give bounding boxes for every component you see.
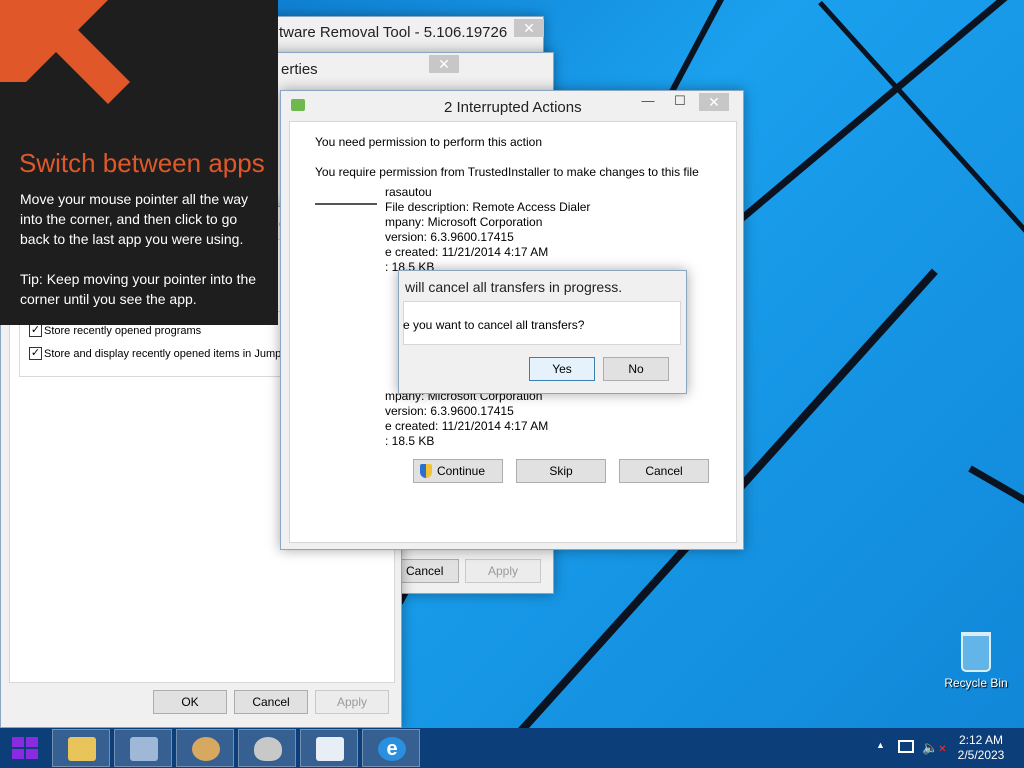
window-title: 2 Interrupted Actions — [444, 99, 582, 116]
continue-button[interactable]: Continue — [413, 459, 503, 483]
wallpaper-line — [818, 0, 1024, 317]
file-copy-icon — [291, 99, 305, 111]
tray-expand-icon[interactable]: ▲ — [876, 740, 885, 750]
clock[interactable]: 2:12 AM 2/5/2023 — [950, 733, 1012, 763]
network-icon[interactable] — [898, 740, 914, 753]
close-button[interactable]: ✕ — [429, 55, 459, 73]
file-description: File description: Remote Access Dialer — [385, 200, 591, 214]
window-title: tware Removal Tool - 5.106.19726 — [279, 24, 508, 41]
file-created: e created: 11/21/2014 4:17 AM — [385, 245, 549, 259]
checkbox-jump-lists[interactable]: ✓ — [29, 347, 42, 360]
clock-time: 2:12 AM — [958, 733, 1004, 747]
recycle-bin[interactable]: Recycle Bin — [940, 630, 1012, 700]
file-version: version: 6.3.9600.17415 — [385, 404, 514, 418]
yes-button[interactable]: Yes — [529, 357, 595, 381]
heading: You need permission to perform this acti… — [315, 135, 543, 149]
file-thumb — [315, 189, 377, 205]
subheading: You require permission from TrustedInsta… — [315, 165, 699, 179]
uac-shield-icon — [420, 464, 432, 478]
wallpaper-line — [968, 465, 1024, 532]
volume-muted-icon[interactable]: 🔈✕ — [922, 740, 947, 756]
minimize-button[interactable]: — — [639, 93, 657, 111]
checklist-icon — [316, 737, 344, 761]
tip-title: Switch between apps — [19, 148, 265, 178]
file-company: mpany: Microsoft Corporation — [385, 215, 543, 229]
file-explorer-icon — [68, 737, 96, 761]
corner-arrow-icon — [0, 0, 130, 104]
checkbox-recent-programs-label: Store recently opened programs — [44, 325, 202, 337]
taskbar-media-center[interactable] — [114, 729, 172, 767]
tip-hint: Tip: Keep moving your pointer into the c… — [20, 271, 257, 307]
recycle-bin-icon — [961, 632, 991, 672]
window-title: erties — [281, 61, 318, 78]
file-version: version: 6.3.9600.17415 — [385, 230, 514, 244]
file-created: e created: 11/21/2014 4:17 AM — [385, 419, 549, 433]
users-icon — [192, 737, 220, 761]
taskbar-file-explorer[interactable] — [52, 729, 110, 767]
close-button[interactable]: ✕ — [699, 93, 729, 111]
confirm-cancel-dialog[interactable]: will cancel all transfers in progress. e… — [398, 270, 687, 394]
wallpaper-line — [697, 0, 1024, 257]
media-center-icon — [130, 737, 158, 761]
apply-button[interactable]: Apply — [315, 690, 389, 714]
tip-body: Move your mouse pointer all the way into… — [20, 191, 248, 247]
skip-button[interactable]: Skip — [516, 459, 606, 483]
no-button[interactable]: No — [603, 357, 669, 381]
file-size: : 18.5 KB — [385, 434, 435, 448]
confirm-question: e you want to cancel all transfers? — [403, 318, 585, 332]
maximize-button[interactable]: ☐ — [671, 93, 689, 111]
taskbar-mouse[interactable] — [238, 729, 296, 767]
switch-apps-tip: Switch between apps Move your mouse poin… — [0, 0, 278, 325]
cancel-button[interactable]: Cancel — [234, 690, 308, 714]
dialog-title: will cancel all transfers in progress. — [405, 279, 623, 295]
taskbar-checklist[interactable] — [300, 729, 358, 767]
ok-button[interactable]: OK — [153, 690, 227, 714]
windows-logo-icon — [12, 737, 38, 759]
close-button[interactable]: ✕ — [514, 19, 544, 37]
start-button[interactable] — [0, 728, 50, 768]
checkbox-recent-programs[interactable]: ✓ — [29, 324, 42, 337]
checkbox-jump-lists-label: Store and display recently opened items … — [44, 348, 307, 360]
cancel-button[interactable]: Cancel — [619, 459, 709, 483]
mouse-icon — [254, 737, 282, 761]
taskbar-internet-explorer[interactable]: e — [362, 729, 420, 767]
apply-button[interactable]: Apply — [465, 559, 541, 583]
clock-date: 2/5/2023 — [957, 748, 1005, 762]
taskbar-users[interactable] — [176, 729, 234, 767]
taskbar: e ▲ 🔈✕ 2:12 AM 2/5/2023 — [0, 728, 1024, 768]
file-name: rasautou — [385, 185, 432, 199]
internet-explorer-icon: e — [378, 737, 406, 761]
